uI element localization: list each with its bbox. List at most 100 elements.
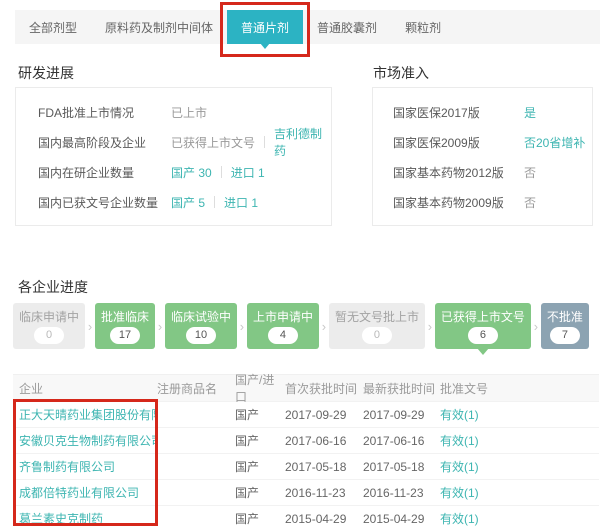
company-link[interactable]: 成都倍特药业有限公司 — [19, 486, 139, 500]
stage-clinical-application[interactable]: 临床申请中 0 — [13, 303, 85, 349]
table-row: 葛兰素史克制药 国产 2015-04-29 2015-04-29 有效(1) — [13, 505, 599, 531]
market-access-title: 市场准入 — [373, 63, 429, 83]
col-header-first-approval: 首次获批时间 — [285, 380, 363, 397]
origin-cell: 国产 — [235, 406, 285, 423]
stage-licensed[interactable]: 已获得上市文号 6 — [435, 303, 531, 349]
rnd-row-label: 国内最高阶段及企业 — [38, 134, 171, 151]
company-link-gilead[interactable]: 吉利德制药 — [274, 125, 331, 159]
license-link[interactable]: 有效(1) — [440, 486, 479, 500]
stage-rejected[interactable]: 不批准 7 — [541, 303, 589, 349]
stage-clinical-trial[interactable]: 临床试验中 10 — [165, 303, 237, 349]
stage-label: 上市申请中 — [253, 310, 313, 324]
latest-approval-cell: 2017-06-16 — [363, 434, 440, 448]
col-header-brand-name: 注册商品名 — [157, 380, 235, 397]
latest-approval-cell: 2017-09-29 — [363, 408, 440, 422]
origin-cell: 国产 — [235, 458, 285, 475]
license-link[interactable]: 有效(1) — [440, 434, 479, 448]
stage-count-badge: 7 — [550, 327, 580, 344]
stage-clinical-approved[interactable]: 批准临床 17 — [95, 303, 155, 349]
chevron-right-icon: › — [87, 319, 93, 334]
origin-cell: 国产 — [235, 484, 285, 501]
market-row-essential-drugs-2012: 国家基本药物2012版 否 — [373, 157, 592, 187]
market-row-value[interactable]: 否20省增补 — [524, 134, 585, 151]
company-link[interactable]: 正大天晴药业集团股份有限公司 — [19, 408, 157, 422]
rnd-row-value: 已获得上市文号 — [171, 134, 255, 151]
col-header-origin: 国产/进口 — [235, 371, 285, 405]
value-divider — [221, 166, 222, 178]
company-table: 企业 注册商品名 国产/进口 首次获批时间 最新获批时间 批准文号 正大天晴药业… — [13, 374, 599, 531]
stage-count-badge: 4 — [268, 327, 298, 344]
domestic-count-link[interactable]: 国产 30 — [171, 164, 212, 181]
chevron-right-icon: › — [157, 319, 163, 334]
stage-count-badge: 10 — [186, 327, 216, 344]
company-progress-title: 各企业进度 — [18, 277, 88, 297]
chevron-right-icon: › — [321, 319, 327, 334]
market-row-essential-drugs-2009: 国家基本药物2009版 否 — [373, 187, 592, 217]
latest-approval-cell: 2016-11-23 — [363, 486, 440, 500]
tab-all-dosage-forms[interactable]: 全部剂型 — [15, 10, 91, 44]
chevron-right-icon: › — [427, 319, 433, 334]
rnd-progress-panel: FDA批准上市情况 已上市 国内最高阶段及企业 已获得上市文号 吉利德制药 国内… — [15, 87, 332, 226]
market-row-label: 国家基本药物2009版 — [393, 194, 524, 211]
company-link[interactable]: 葛兰素史克制药 — [19, 512, 103, 526]
table-header-row: 企业 注册商品名 国产/进口 首次获批时间 最新获批时间 批准文号 — [13, 374, 599, 401]
license-link[interactable]: 有效(1) — [440, 512, 479, 526]
market-row-label: 国家基本药物2012版 — [393, 164, 524, 181]
stage-count-badge: 17 — [110, 327, 140, 344]
table-row: 安徽贝克生物制药有限公司 国产 2017-06-16 2017-06-16 有效… — [13, 427, 599, 453]
market-row-label: 国家医保2009版 — [393, 134, 524, 151]
stage-approved-no-license[interactable]: 暂无文号批上市 0 — [329, 303, 425, 349]
market-row-value: 否 — [524, 194, 536, 211]
rnd-row-value: 已上市 — [171, 104, 207, 121]
company-link[interactable]: 安徽贝克生物制药有限公司 — [19, 434, 157, 448]
latest-approval-cell: 2015-04-29 — [363, 512, 440, 526]
license-link[interactable]: 有效(1) — [440, 408, 479, 422]
import-count-link[interactable]: 进口 1 — [231, 164, 265, 181]
stage-label: 不批准 — [547, 310, 583, 324]
tab-granule[interactable]: 颗粒剂 — [391, 10, 455, 44]
rnd-row-highest-stage: 国内最高阶段及企业 已获得上市文号 吉利德制药 — [16, 127, 331, 157]
value-divider — [264, 136, 265, 148]
table-row: 齐鲁制药有限公司 国产 2017-05-18 2017-05-18 有效(1) — [13, 453, 599, 479]
col-header-license: 批准文号 — [440, 380, 599, 397]
table-row: 成都倍特药业有限公司 国产 2016-11-23 2016-11-23 有效(1… — [13, 479, 599, 505]
rnd-row-companies-licensed: 国内已获文号企业数量 国产 5 进口 1 — [16, 187, 331, 217]
chevron-right-icon: › — [239, 319, 245, 334]
rnd-row-label: 国内在研企业数量 — [38, 164, 171, 181]
market-row-label: 国家医保2017版 — [393, 104, 524, 121]
stage-label: 已获得上市文号 — [441, 310, 525, 324]
company-link[interactable]: 齐鲁制药有限公司 — [19, 460, 115, 474]
stage-count-badge: 6 — [468, 327, 498, 344]
first-approval-cell: 2015-04-29 — [285, 512, 363, 526]
active-tab-wrap: 普通片剂 — [227, 10, 303, 44]
stage-label: 批准临床 — [101, 310, 149, 324]
stage-label: 临床试验中 — [171, 310, 231, 324]
chevron-right-icon: › — [533, 319, 539, 334]
domestic-count-link[interactable]: 国产 5 — [171, 194, 205, 211]
market-row-value: 否 — [524, 164, 536, 181]
market-access-panel: 国家医保2017版 是 国家医保2009版 否20省增补 国家基本药物2012版… — [372, 87, 593, 226]
col-header-company: 企业 — [13, 380, 157, 397]
latest-approval-cell: 2017-05-18 — [363, 460, 440, 474]
market-row-medicare-2009: 国家医保2009版 否20省增补 — [373, 127, 592, 157]
tab-plain-tablet[interactable]: 普通片剂 — [227, 10, 303, 44]
first-approval-cell: 2017-09-29 — [285, 408, 363, 422]
market-row-medicare-2017: 国家医保2017版 是 — [373, 97, 592, 127]
table-row: 正大天晴药业集团股份有限公司 国产 2017-09-29 2017-09-29 … — [13, 401, 599, 427]
stage-label: 临床申请中 — [19, 310, 79, 324]
stage-count-badge: 0 — [34, 327, 64, 344]
dosage-form-tabbar: 全部剂型 原料药及制剂中间体 普通片剂 普通胶囊剂 颗粒剂 — [15, 10, 600, 44]
rnd-row-label: 国内已获文号企业数量 — [38, 194, 171, 211]
import-count-link[interactable]: 进口 1 — [224, 194, 258, 211]
tab-plain-capsule[interactable]: 普通胶囊剂 — [303, 10, 391, 44]
tab-api-and-intermediates[interactable]: 原料药及制剂中间体 — [91, 10, 227, 44]
market-row-value[interactable]: 是 — [524, 104, 536, 121]
stage-market-application[interactable]: 上市申请中 4 — [247, 303, 319, 349]
first-approval-cell: 2016-11-23 — [285, 486, 363, 500]
col-header-latest-approval: 最新获批时间 — [363, 380, 440, 397]
value-divider — [214, 196, 215, 208]
license-link[interactable]: 有效(1) — [440, 460, 479, 474]
first-approval-cell: 2017-06-16 — [285, 434, 363, 448]
origin-cell: 国产 — [235, 510, 285, 527]
rnd-row-companies-in-development: 国内在研企业数量 国产 30 进口 1 — [16, 157, 331, 187]
